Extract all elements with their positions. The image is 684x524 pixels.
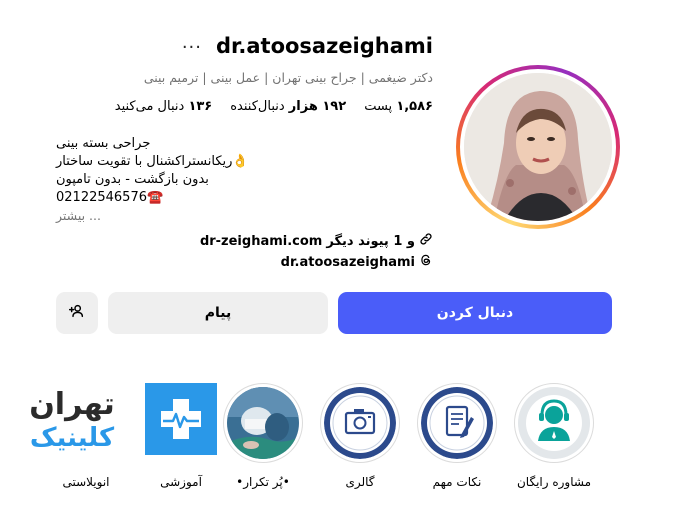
- followers-count[interactable]: ۱۹۲ هزار دنبال‌کننده: [230, 99, 346, 114]
- link-icon: [419, 232, 433, 250]
- suggested-accounts-button[interactable]: [56, 292, 98, 334]
- more-options-icon[interactable]: ...: [182, 34, 202, 52]
- threads-icon: [419, 253, 433, 271]
- link-extra: و 1 پیوند دیگر: [326, 233, 415, 249]
- posts-count: ۱,۵۸۶ پست: [364, 99, 433, 114]
- instagram-profile-page: ... dr.atoosazeighami دکتر ضیغمی | جراح …: [0, 0, 684, 524]
- avatar-photo: [464, 73, 612, 221]
- headset-consultant-icon: [518, 387, 590, 459]
- highlight-gallery[interactable]: گالری: [317, 383, 403, 489]
- surgery-photo: [227, 387, 299, 459]
- highlight-label: آموزشی: [160, 475, 202, 489]
- follow-button[interactable]: دنبال کردن: [338, 292, 612, 334]
- highlight-label: انویلاستی: [62, 475, 110, 489]
- highlight-label: نکات مهم: [432, 475, 482, 489]
- following-count[interactable]: ۱۳۶ دنبال می‌کنید: [115, 99, 212, 114]
- threads-handle: dr.atoosazeighami: [280, 254, 415, 270]
- document-pen-icon: [421, 387, 493, 459]
- highlight-educational[interactable]: آموزشی: [138, 383, 224, 489]
- bio-line: بدون بازگشت - بدون تامپون: [56, 172, 209, 187]
- highlight-label: گالری: [345, 475, 375, 489]
- external-links[interactable]: و 1 پیوند دیگر dr-zeighami.com: [200, 232, 433, 250]
- profile-username: dr.atoosazeighami: [215, 34, 433, 58]
- svg-text:تهران: تهران: [29, 387, 115, 422]
- bio-line: 02122546576☎️: [56, 190, 164, 205]
- highlight-frequent[interactable]: •پُر تکرار•: [220, 383, 306, 489]
- link-url: dr-zeighami.com: [199, 233, 323, 249]
- profile-avatar[interactable]: [456, 65, 620, 229]
- bio-line: ریکانستراکشنال با تقویت ساختار👌: [56, 154, 249, 169]
- svg-text:کلینیک: کلینیک: [30, 423, 115, 453]
- threads-link[interactable]: dr.atoosazeighami: [281, 253, 433, 271]
- username-row: ... dr.atoosazeighami: [182, 34, 433, 59]
- profile-stats: ۱,۵۸۶ پست ۱۹۲ هزار دنبال‌کننده ۱۳۶ دنبال…: [115, 99, 433, 114]
- highlight-free-consultation[interactable]: مشاوره رایگان: [511, 383, 597, 489]
- highlight-label: مشاوره رایگان: [516, 475, 592, 489]
- photo-gallery-icon: [324, 387, 396, 459]
- tehran-clinic-logo[interactable]: تهران کلینیک: [6, 384, 138, 454]
- bio-line: جراحی بسته بینی: [56, 136, 151, 151]
- medical-cross-pulse-icon: [145, 383, 217, 455]
- highlight-important-tips[interactable]: نکات مهم: [414, 383, 500, 489]
- bio-more-link[interactable]: بیشتر ...: [56, 207, 356, 225]
- add-person-icon: [68, 303, 85, 323]
- profile-bio: جراحی بسته بینی ریکانستراکشنال با تقویت …: [56, 135, 356, 225]
- message-button[interactable]: پیام: [108, 292, 328, 334]
- highlight-label: •پُر تکرار•: [236, 475, 290, 489]
- profile-category: دکتر ضیغمی | جراح بینی تهران | عمل بینی …: [143, 70, 433, 85]
